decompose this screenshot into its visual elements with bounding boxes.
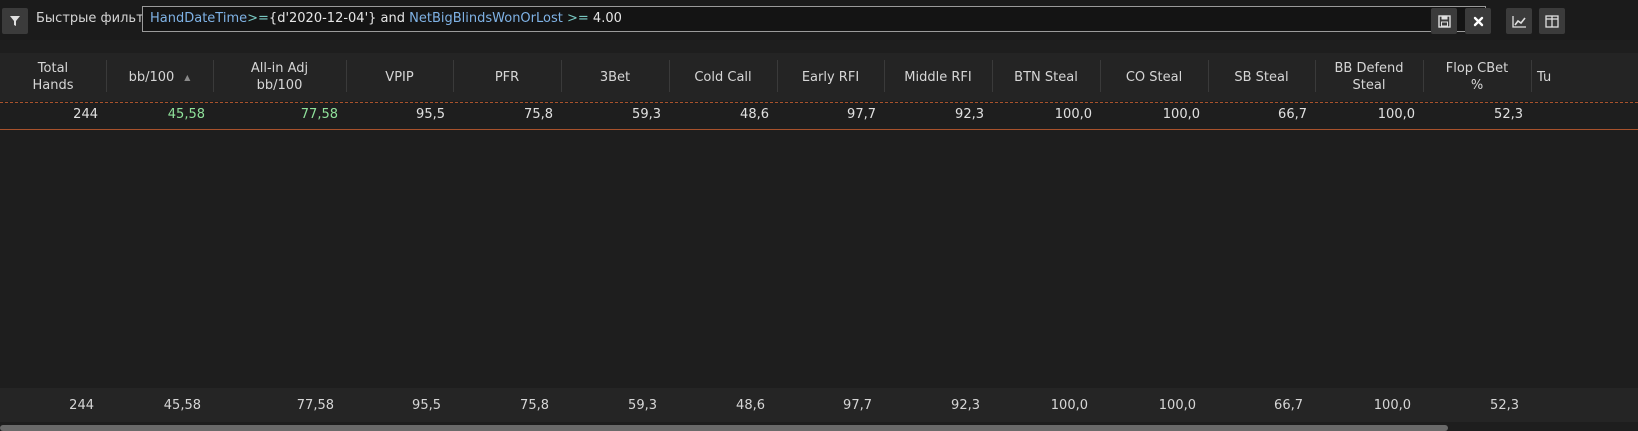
- totals-cell: 48,6: [736, 398, 765, 413]
- column-header[interactable]: Cold Call: [669, 53, 777, 101]
- column-header-label: SB Steal: [1234, 69, 1289, 85]
- column-header[interactable]: BB Defend Steal: [1315, 53, 1423, 101]
- column-header-label: All-in Adj bb/100: [250, 61, 309, 93]
- totals-cell: 45,58: [163, 398, 201, 413]
- column-divider[interactable]: [1531, 60, 1532, 92]
- column-header[interactable]: SB Steal: [1208, 53, 1315, 101]
- filter-token: HandDateTime: [150, 11, 248, 26]
- totals-cell: 66,7: [1274, 398, 1303, 413]
- column-divider[interactable]: [106, 60, 107, 92]
- column-header[interactable]: Early RFI: [777, 53, 884, 101]
- column-header[interactable]: CO Steal: [1100, 53, 1208, 101]
- chart-line-icon: [1511, 15, 1526, 28]
- save-filter-button[interactable]: [1431, 8, 1457, 34]
- column-header[interactable]: Tu: [1531, 53, 1638, 101]
- totals-cell: 59,3: [628, 398, 657, 413]
- filter-token: >=: [247, 11, 269, 26]
- column-header[interactable]: Flop CBet %: [1423, 53, 1531, 101]
- table-cell: 97,7: [847, 107, 876, 122]
- layout-button[interactable]: [1539, 8, 1565, 34]
- column-divider[interactable]: [1315, 60, 1316, 92]
- close-icon: [1473, 16, 1483, 26]
- column-divider[interactable]: [992, 60, 993, 92]
- save-icon: [1437, 14, 1451, 28]
- table-cell: 100,0: [1162, 107, 1200, 122]
- column-header-label: BB Defend Steal: [1334, 61, 1404, 93]
- table-cell: 45,58: [167, 107, 205, 122]
- graph-button[interactable]: [1506, 8, 1532, 34]
- column-header-label: Total Hands: [32, 61, 74, 93]
- column-header[interactable]: BTN Steal: [992, 53, 1100, 101]
- column-header-label: Tu: [1537, 69, 1552, 85]
- column-header-label: Cold Call: [694, 69, 752, 85]
- column-divider[interactable]: [346, 60, 347, 92]
- filter-token: >=: [562, 11, 593, 26]
- column-header-label: CO Steal: [1125, 69, 1183, 85]
- totals-cell: 97,7: [843, 398, 872, 413]
- column-header-label: bb/100: [128, 69, 175, 85]
- column-header-label: Early RFI: [801, 69, 860, 85]
- table-cell: 77,58: [300, 107, 338, 122]
- totals-cell: 52,3: [1490, 398, 1519, 413]
- column-header[interactable]: 3Bet: [561, 53, 669, 101]
- column-header-label: VPIP: [385, 69, 414, 85]
- column-divider[interactable]: [777, 60, 778, 92]
- sort-ascending-icon: ▲: [184, 72, 191, 82]
- column-header-label: BTN Steal: [1014, 69, 1078, 85]
- totals-cell: 77,58: [296, 398, 334, 413]
- quick-filter-bar: Быстрые фильт HandDateTime>={d'2020-12-0…: [0, 0, 1638, 40]
- column-divider[interactable]: [213, 60, 214, 92]
- column-divider[interactable]: [669, 60, 670, 92]
- filter-token: NetBigBlindsWonOrLost: [409, 11, 563, 26]
- quick-filter-label: Быстрые фильт: [36, 11, 142, 26]
- column-divider[interactable]: [884, 60, 885, 92]
- column-header[interactable]: Total Hands: [0, 53, 106, 101]
- table-cell: 95,5: [416, 107, 445, 122]
- funnel-icon: [10, 16, 20, 26]
- table-cell: 244: [73, 107, 98, 122]
- table-cell: 52,3: [1494, 107, 1523, 122]
- clear-filter-button[interactable]: [1465, 8, 1491, 34]
- column-divider[interactable]: [1423, 60, 1424, 92]
- totals-cell: 100,0: [1158, 398, 1196, 413]
- totals-cell: 92,3: [951, 398, 980, 413]
- stats-window: Быстрые фильт HandDateTime>={d'2020-12-0…: [0, 0, 1638, 431]
- filter-token: 4.00: [592, 11, 622, 26]
- columns-icon: [1545, 14, 1559, 28]
- totals-cell: 75,8: [520, 398, 549, 413]
- totals-cell: 95,5: [412, 398, 441, 413]
- column-divider[interactable]: [1208, 60, 1209, 92]
- filter-button[interactable]: [2, 8, 28, 34]
- column-header[interactable]: bb/100 ▲: [106, 53, 213, 101]
- column-divider[interactable]: [453, 60, 454, 92]
- column-header-label: Middle RFI: [904, 69, 972, 85]
- table-cell: 48,6: [740, 107, 769, 122]
- table-cell: 100,0: [1054, 107, 1092, 122]
- column-divider[interactable]: [1100, 60, 1101, 92]
- totals-cell: 244: [69, 398, 94, 413]
- column-header-label: Flop CBet %: [1445, 61, 1509, 93]
- column-header[interactable]: PFR: [453, 53, 561, 101]
- filter-expression-input[interactable]: HandDateTime>={d'2020-12-04'} and NetBig…: [142, 6, 1486, 32]
- horizontal-scrollbar[interactable]: [0, 425, 1448, 431]
- table-cell: 92,3: [955, 107, 984, 122]
- totals-cell: 100,0: [1373, 398, 1411, 413]
- table-cell: 75,8: [524, 107, 553, 122]
- totals-cell: 100,0: [1050, 398, 1088, 413]
- column-header[interactable]: All-in Adj bb/100: [213, 53, 346, 101]
- table-cell: 100,0: [1377, 107, 1415, 122]
- table-cell: 59,3: [632, 107, 661, 122]
- column-header[interactable]: Middle RFI: [884, 53, 992, 101]
- column-header[interactable]: VPIP: [346, 53, 453, 101]
- filter-token: {d'2020-12-04'} and: [268, 11, 410, 26]
- column-header-label: 3Bet: [599, 69, 631, 85]
- column-divider[interactable]: [561, 60, 562, 92]
- table-cell: 66,7: [1278, 107, 1307, 122]
- column-header-label: PFR: [494, 69, 520, 85]
